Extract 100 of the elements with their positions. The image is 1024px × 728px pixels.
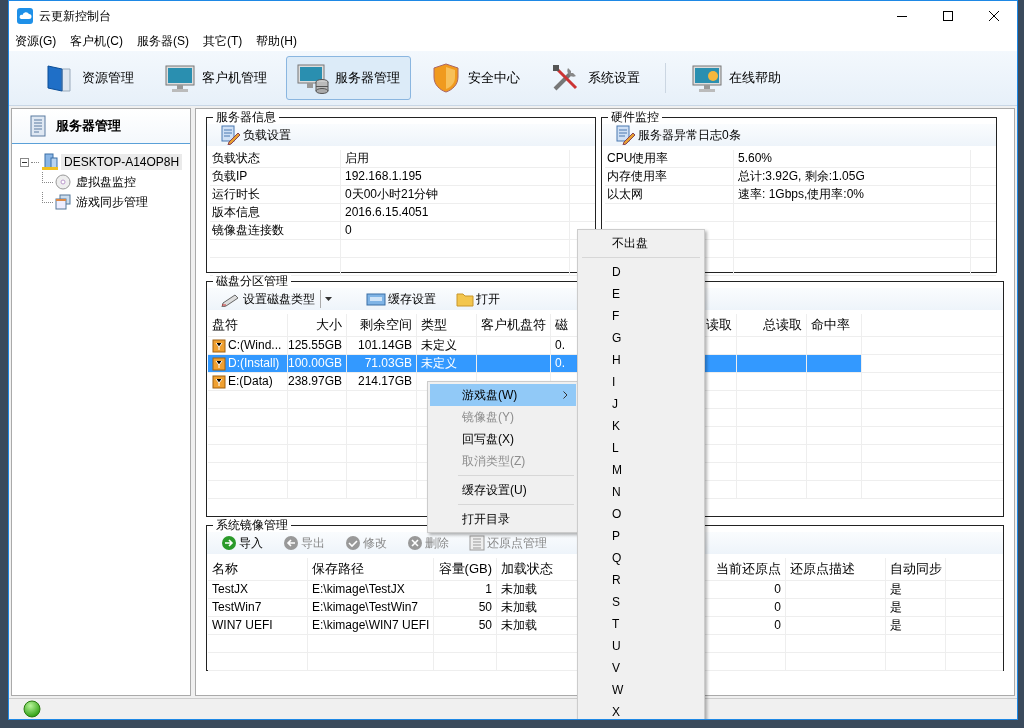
column-header[interactable]: 总读取 (737, 314, 807, 336)
menu-item[interactable]: E (580, 283, 702, 305)
table-cell: 未定义 (417, 355, 477, 372)
table-cell: 100.00GB (288, 355, 347, 372)
tree-item[interactable]: 虚拟盘监控 (73, 172, 139, 192)
windows-icon (55, 194, 71, 210)
monitor-icon (691, 62, 723, 94)
toolbar-button[interactable]: 导入 (221, 534, 263, 552)
menu-item[interactable]: 缓存设置(U) (430, 479, 576, 501)
column-header[interactable]: 命中率 (807, 314, 862, 336)
column-header[interactable]: 客户机盘符 (477, 314, 551, 336)
toolbar-button[interactable]: 客户机管理 (153, 56, 278, 100)
column-header[interactable]: 剩余空间 (347, 314, 417, 336)
menu-item[interactable]: Q (580, 547, 702, 569)
menu-item[interactable]: U (580, 635, 702, 657)
sidebar-title: 服务器管理 (56, 117, 121, 135)
menu-item[interactable]: N (580, 481, 702, 503)
column-header[interactable]: 自动同步 (886, 558, 946, 580)
menu-item[interactable]: J (580, 393, 702, 415)
table-cell: 2016.6.15.4051 (340, 204, 569, 221)
column-header[interactable]: 名称 (208, 558, 308, 580)
table-cell-text: 以太网 (606, 186, 644, 203)
table-cell: 是 (886, 617, 946, 634)
menu-item[interactable]: 客户机(C) (70, 32, 123, 50)
caret-icon (325, 297, 332, 301)
monitor-icon (164, 62, 196, 94)
menu-item[interactable]: W (580, 679, 702, 701)
menu-item[interactable]: 游戏盘(W) (430, 384, 576, 406)
tree-item[interactable]: DESKTOP-A14OP8H (61, 154, 183, 170)
delete-icon (407, 535, 423, 551)
column-header[interactable]: 容量(GB) (434, 558, 497, 580)
table-cell-text: 负载状态 (211, 150, 261, 167)
column-header[interactable]: 类型 (417, 314, 477, 336)
group-title: 服务器信息 (213, 110, 279, 124)
toolbar-button[interactable]: 安全中心 (419, 56, 531, 100)
minus-icon (20, 157, 29, 167)
menu-item[interactable]: 不出盘 (580, 232, 702, 254)
menu-item[interactable]: 资源(G) (15, 32, 57, 50)
status-light-icon (23, 700, 41, 718)
disc-icon (55, 174, 71, 190)
table-cell: 71.03GB (347, 355, 417, 372)
menu-item[interactable]: D (580, 261, 702, 283)
column-header[interactable]: 保存路径 (308, 558, 434, 580)
menu-item[interactable]: L (580, 437, 702, 459)
table-cell: 50 (434, 599, 497, 616)
table-cell: 速率: 1Gbps,使用率:0% (733, 186, 970, 203)
table-cell: E:\kimage\TestWin7 (308, 599, 434, 616)
menu-item[interactable]: 回写盘(X) (430, 428, 576, 450)
toolbar-button[interactable]: 负载设置 (221, 125, 291, 145)
menu-item[interactable]: P (580, 525, 702, 547)
table-cell-text: 内存使用率 (606, 168, 668, 185)
toolbar-button[interactable]: 打开 (456, 290, 500, 308)
folder-icon (456, 291, 474, 307)
toolbar-button[interactable]: 系统设置 (539, 56, 651, 100)
drive-icon (212, 374, 226, 389)
server-icon (41, 153, 59, 171)
column-header[interactable]: 还原点描述 (786, 558, 886, 580)
tree-item[interactable]: 游戏同步管理 (73, 192, 151, 212)
menu-item[interactable]: X (580, 701, 702, 719)
group-title: 硬件监控 (608, 110, 662, 124)
table-cell: 是 (886, 599, 946, 616)
server-icon (297, 62, 329, 94)
table-cell: 总计:3.92G, 剩余:1.05G (733, 168, 970, 185)
menu-item[interactable]: F (580, 305, 702, 327)
table-cell: E:\kimage\WIN7 UEFI (308, 617, 434, 634)
table-cell: 50 (434, 617, 497, 634)
table-cell: WIN7 UEFI (208, 617, 308, 634)
menu-item[interactable]: 服务器(S) (137, 32, 189, 50)
table-cell: 214.17GB (347, 373, 417, 390)
toolbar-button[interactable]: 服务器管理 (286, 56, 411, 100)
menu-item[interactable]: I (580, 371, 702, 393)
toolbar-button[interactable]: 资源管理 (33, 56, 145, 100)
collapse-toggle[interactable] (20, 157, 29, 167)
arrow-left-icon (283, 535, 299, 551)
toolbar-button[interactable]: 在线帮助 (680, 56, 792, 100)
table-cell: 启用 (340, 150, 569, 167)
cloud-icon (17, 8, 33, 24)
table-cell-text: 运行时长 (211, 186, 261, 203)
toolbar-button[interactable]: 缓存设置 (366, 290, 436, 308)
edit-icon (616, 125, 636, 145)
table-cell: 1 (434, 581, 497, 598)
toolbar-button[interactable]: 设置磁盘类型 (221, 290, 336, 308)
maximize-icon (943, 11, 953, 21)
table-cell: D:(Install) (208, 355, 288, 372)
menu-item[interactable]: K (580, 415, 702, 437)
edit-icon (221, 125, 241, 145)
column-header[interactable]: 盘符 (208, 314, 288, 336)
table-cell: C:(Wind... (208, 337, 288, 354)
menu-item[interactable]: 其它(T) (203, 32, 243, 50)
menu-item[interactable]: M (580, 459, 702, 481)
menu-item[interactable]: O (580, 503, 702, 525)
close-icon (989, 11, 999, 21)
table-cell: 192.168.1.195 (340, 168, 569, 185)
table-cell: 未定义 (417, 337, 477, 354)
menu-item[interactable]: V (580, 657, 702, 679)
table-cell-text: 负载IP (211, 168, 249, 185)
table-cell: 是 (886, 581, 946, 598)
menu-item[interactable]: 打开目录 (430, 508, 576, 530)
menu-item[interactable]: 帮助(H) (256, 32, 297, 50)
column-header[interactable]: 大小 (288, 314, 347, 336)
